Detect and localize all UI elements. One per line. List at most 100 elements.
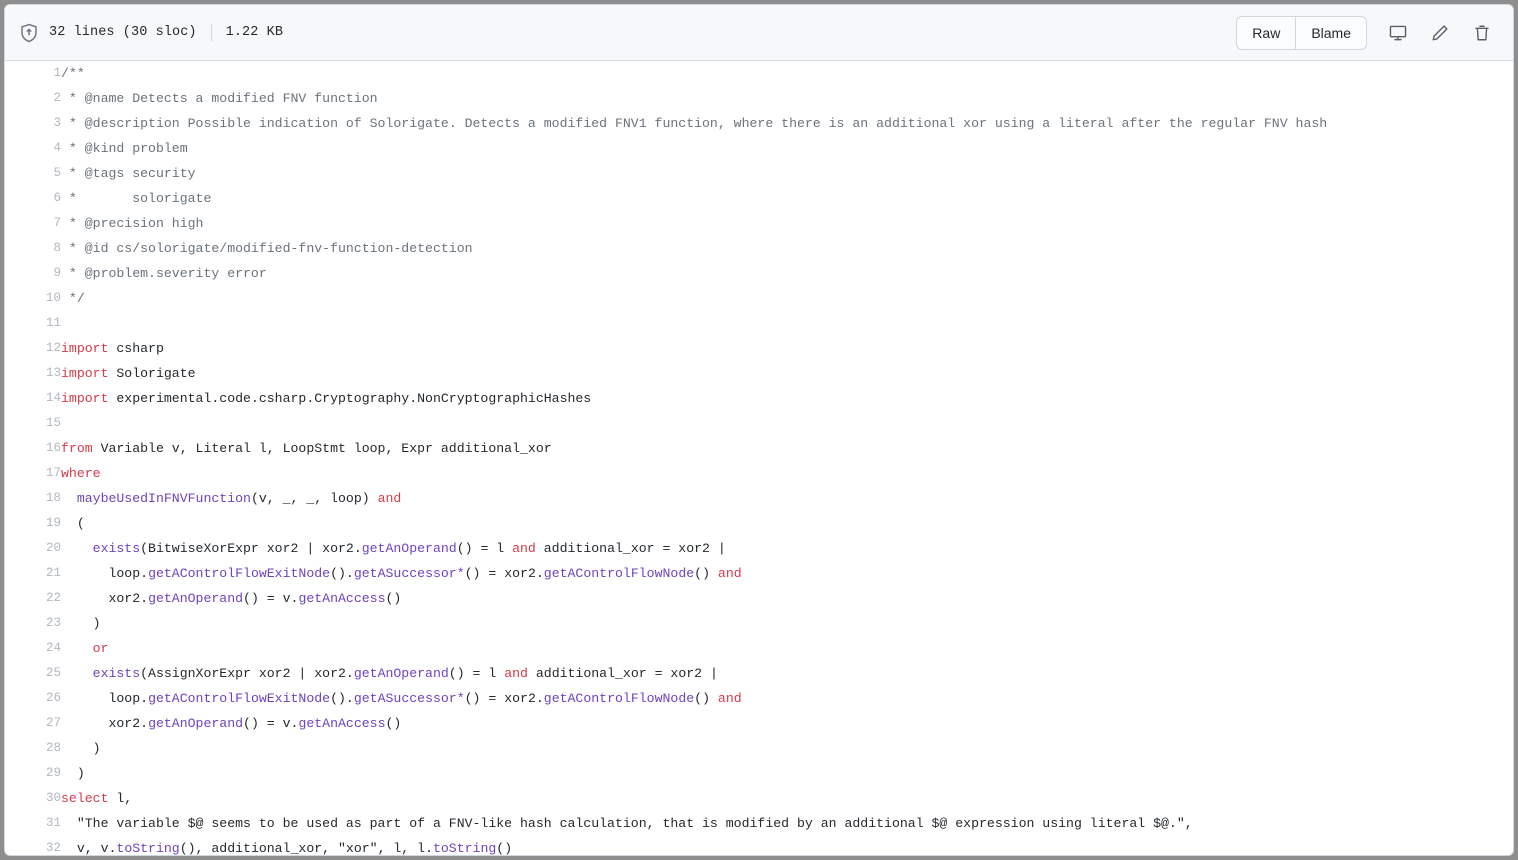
line-number[interactable]: 19 — [5, 511, 61, 536]
pencil-edit-icon — [1431, 24, 1449, 42]
code-line-content[interactable]: "The variable $@ seems to be used as par… — [61, 811, 1513, 836]
line-number[interactable]: 6 — [5, 186, 61, 211]
delete-file-button[interactable] — [1465, 17, 1499, 49]
code-line-content[interactable]: * @tags security — [61, 161, 1513, 186]
meta-divider — [210, 24, 212, 41]
line-number[interactable]: 21 — [5, 561, 61, 586]
code-line-content[interactable]: loop.getAControlFlowExitNode().getASucce… — [61, 686, 1513, 711]
line-number[interactable]: 1 — [5, 61, 61, 86]
line-number[interactable]: 7 — [5, 211, 61, 236]
code-token: getAnAccess — [298, 716, 386, 731]
code-token: getAnOperand — [148, 591, 244, 606]
code-line-content[interactable]: * @kind problem — [61, 136, 1513, 161]
code-line-row: 18 maybeUsedInFNVFunction(v, _, _, loop)… — [5, 486, 1513, 511]
line-number[interactable]: 11 — [5, 311, 61, 336]
code-token: additional_xor = xor2 | — [535, 541, 726, 556]
open-in-desktop-button[interactable] — [1381, 17, 1415, 49]
code-line-content[interactable]: ( — [61, 511, 1513, 536]
line-number[interactable]: 9 — [5, 261, 61, 286]
code-token: Solorigate — [108, 366, 196, 381]
code-token: and — [377, 491, 402, 506]
code-line-content[interactable]: xor2.getAnOperand() = v.getAnAccess() — [61, 586, 1513, 611]
code-line-row: 1/** — [5, 61, 1513, 86]
line-number[interactable]: 13 — [5, 361, 61, 386]
line-number[interactable]: 15 — [5, 411, 61, 436]
code-token: * @kind problem — [61, 141, 188, 156]
code-line-content[interactable]: xor2.getAnOperand() = v.getAnAccess() — [61, 711, 1513, 736]
code-token: import — [61, 341, 109, 356]
code-line-content[interactable] — [61, 411, 1513, 436]
file-size-label: 1.22 KB — [225, 25, 284, 40]
line-number[interactable]: 5 — [5, 161, 61, 186]
code-line-content[interactable]: import experimental.code.csharp.Cryptogr… — [61, 386, 1513, 411]
code-line-content[interactable]: import Solorigate — [61, 361, 1513, 386]
code-token: (BitwiseXorExpr xor2 | xor2. — [140, 541, 362, 556]
line-number[interactable]: 24 — [5, 636, 61, 661]
code-token: * @precision high — [61, 216, 204, 231]
code-line-content[interactable]: v, v.toString(), additional_xor, "xor", … — [61, 836, 1513, 855]
code-token: loop. — [61, 691, 149, 706]
code-line-content[interactable]: import csharp — [61, 336, 1513, 361]
code-line-content[interactable]: select l, — [61, 786, 1513, 811]
line-number[interactable]: 2 — [5, 86, 61, 111]
code-line-content[interactable]: */ — [61, 286, 1513, 311]
code-token: l, — [108, 791, 133, 806]
code-line-content[interactable]: /** — [61, 61, 1513, 86]
code-line-row: 32 v, v.toString(), additional_xor, "xor… — [5, 836, 1513, 855]
code-line-content[interactable]: where — [61, 461, 1513, 486]
code-token: exists — [92, 541, 141, 556]
code-line-content[interactable]: or — [61, 636, 1513, 661]
raw-button[interactable]: Raw — [1237, 17, 1295, 49]
code-line-row: 23 ) — [5, 611, 1513, 636]
code-line-content[interactable]: * @precision high — [61, 211, 1513, 236]
line-number[interactable]: 14 — [5, 386, 61, 411]
code-line-content[interactable]: exists(AssignXorExpr xor2 | xor2.getAnOp… — [61, 661, 1513, 686]
line-number[interactable]: 10 — [5, 286, 61, 311]
code-line-content[interactable]: ) — [61, 736, 1513, 761]
code-line-content[interactable]: * @problem.severity error — [61, 261, 1513, 286]
code-line-content[interactable] — [61, 311, 1513, 336]
code-line-content[interactable]: maybeUsedInFNVFunction(v, _, _, loop) an… — [61, 486, 1513, 511]
line-number[interactable]: 17 — [5, 461, 61, 486]
line-number[interactable]: 32 — [5, 836, 61, 855]
line-number[interactable]: 12 — [5, 336, 61, 361]
line-number[interactable]: 28 — [5, 736, 61, 761]
code-line-content[interactable]: ) — [61, 611, 1513, 636]
line-number[interactable]: 25 — [5, 661, 61, 686]
code-line-content[interactable]: * @description Possible indication of So… — [61, 111, 1513, 136]
code-line-content[interactable]: * @name Detects a modified FNV function — [61, 86, 1513, 111]
code-line-row: 7 * @precision high — [5, 211, 1513, 236]
code-line-row: 24 or — [5, 636, 1513, 661]
blame-button[interactable]: Blame — [1295, 16, 1366, 49]
code-token: (). — [330, 566, 354, 581]
code-line-content[interactable]: loop.getAControlFlowExitNode().getASucce… — [61, 561, 1513, 586]
line-number[interactable]: 30 — [5, 786, 61, 811]
line-number[interactable]: 23 — [5, 611, 61, 636]
shield-lock-icon — [19, 23, 39, 43]
line-number[interactable]: 8 — [5, 236, 61, 261]
code-line-row: 8 * @id cs/solorigate/modified-fnv-funct… — [5, 236, 1513, 261]
code-line-content[interactable]: * solorigate — [61, 186, 1513, 211]
code-token: toString — [432, 841, 497, 855]
line-number[interactable]: 26 — [5, 686, 61, 711]
code-token: ) — [61, 616, 101, 631]
line-number[interactable]: 29 — [5, 761, 61, 786]
code-scroll-region[interactable]: 1/** 2 * @name Detects a modified FNV fun… — [5, 61, 1513, 855]
line-number[interactable]: 31 — [5, 811, 61, 836]
line-number[interactable]: 4 — [5, 136, 61, 161]
code-line-content[interactable]: ) — [61, 761, 1513, 786]
code-line-content[interactable]: from Variable v, Literal l, LoopStmt loo… — [61, 436, 1513, 461]
line-number[interactable]: 20 — [5, 536, 61, 561]
line-number[interactable]: 16 — [5, 436, 61, 461]
code-line-content[interactable]: * @id cs/solorigate/modified-fnv-functio… — [61, 236, 1513, 261]
edit-file-button[interactable] — [1423, 17, 1457, 49]
code-token: /** — [61, 66, 85, 81]
code-token: (AssignXorExpr xor2 | xor2. — [140, 666, 354, 681]
file-meta: 32 lines (30 sloc) 1.22 KB — [19, 23, 1236, 43]
line-number[interactable]: 27 — [5, 711, 61, 736]
code-line-content[interactable]: exists(BitwiseXorExpr xor2 | xor2.getAnO… — [61, 536, 1513, 561]
line-number[interactable]: 22 — [5, 586, 61, 611]
line-number[interactable]: 3 — [5, 111, 61, 136]
line-number[interactable]: 18 — [5, 486, 61, 511]
